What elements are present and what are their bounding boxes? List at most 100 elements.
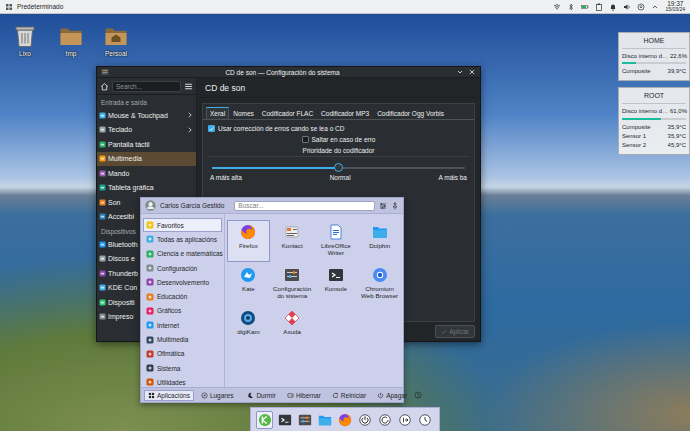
- konsole-icon: [278, 413, 292, 427]
- category-item[interactable]: Sistema: [143, 361, 222, 375]
- category-item[interactable]: Desenvolvemento: [143, 275, 222, 289]
- sidebar-item-label: Mando: [108, 170, 185, 177]
- checkbox[interactable]: [302, 136, 309, 143]
- category-icon: [146, 235, 154, 243]
- taskbar-item[interactable]: [256, 411, 273, 429]
- clock[interactable]: 19:3715/03/24: [666, 1, 685, 13]
- taskbar-item[interactable]: [397, 411, 414, 429]
- user-name: Carlos García Gestido: [160, 202, 224, 209]
- sidebar-item-label: Mouse & Touchpad: [108, 112, 185, 119]
- power-button[interactable]: Hibernar: [283, 390, 325, 401]
- category-item[interactable]: Todas as aplicacións: [143, 232, 222, 246]
- tab[interactable]: Xeral: [206, 107, 229, 119]
- shutdown-icon: [377, 392, 384, 399]
- slider-handle[interactable]: [334, 163, 343, 172]
- apply-button[interactable]: Aplicar: [435, 325, 475, 338]
- power-button[interactable]: Durmir: [243, 390, 280, 401]
- taskbar-item[interactable]: [296, 411, 313, 429]
- checkbox-row[interactable]: Usar corrección de erros cando se lea o …: [208, 125, 469, 132]
- category-item[interactable]: Educación: [143, 289, 222, 303]
- chromium-icon: [372, 267, 388, 283]
- category-item[interactable]: Multimedia: [143, 332, 222, 346]
- app-tile[interactable]: Dolphin: [358, 220, 401, 262]
- launcher-tab-label: Lugares: [210, 392, 234, 399]
- widget-row-value: 35,9°C: [668, 124, 686, 131]
- minimize-icon: [456, 68, 464, 76]
- category-item[interactable]: Gráficos: [143, 304, 222, 318]
- notifications-icon: [609, 3, 617, 11]
- app-tile[interactable]: Firefox: [227, 220, 270, 262]
- sidebar-item[interactable]: Tableta gráfica: [97, 181, 196, 196]
- taskbar-item[interactable]: [357, 411, 374, 429]
- category-icon: [146, 278, 154, 286]
- launcher-footer: Aplicacións Lugares Durmir Hibernar Reinicia…: [141, 387, 403, 402]
- widget-row-value: 35,9°C: [668, 133, 686, 140]
- widget-row: Disco interno d…61,0%: [622, 107, 686, 119]
- tab[interactable]: Nomes: [229, 107, 258, 119]
- widget-row: Disco interno d…22,6%: [622, 52, 686, 64]
- encoder-priority-slider[interactable]: [212, 163, 465, 172]
- taskbar-item[interactable]: [377, 411, 394, 429]
- tab[interactable]: Codificador FLAC: [258, 107, 317, 119]
- screen: Predeterminado 19:3715/03/24 Lixo tmp Persoa…: [0, 0, 690, 431]
- app-tile[interactable]: digiKam: [227, 306, 270, 348]
- app-label: Firefox: [239, 242, 258, 249]
- launcher-tab[interactable]: Aplicacións: [144, 390, 194, 401]
- desktop-icon[interactable]: Lixo: [6, 24, 44, 57]
- sidebar-item[interactable]: Pantalla táctil: [97, 137, 196, 152]
- desktop-icon[interactable]: tmp: [52, 24, 90, 57]
- widget-row: Sensor 135,9°C: [622, 132, 686, 141]
- taskbar-item[interactable]: [417, 411, 434, 429]
- app-tile[interactable]: Configuración do sistema: [271, 263, 314, 305]
- app-tile[interactable]: Axuda: [271, 306, 314, 348]
- trash-icon: [13, 24, 37, 48]
- taskbar-item[interactable]: [316, 411, 333, 429]
- category-label: Todas as aplicacións: [157, 236, 217, 243]
- tab[interactable]: Codificador Ogg Vorbis: [373, 107, 448, 119]
- firefox-icon: [338, 413, 352, 427]
- launcher-tab[interactable]: Lugares: [197, 390, 238, 401]
- category-item[interactable]: Favoritos: [143, 218, 222, 232]
- top-panel: Predeterminado 19:3715/03/24: [0, 0, 690, 14]
- widget-row: Composite35,9°C: [622, 123, 686, 132]
- application-launcher: Carlos García Gestido Favoritos Todas as a…: [140, 197, 404, 403]
- checkbox[interactable]: [208, 125, 215, 132]
- widget-row-label: Sensor 2: [622, 142, 646, 149]
- taskbar-item[interactable]: [336, 411, 353, 429]
- category-item[interactable]: Internet: [143, 318, 222, 332]
- category-icon: [99, 213, 106, 220]
- app-tile[interactable]: Kate: [227, 263, 270, 305]
- desktop-icon-label: Persoal: [105, 50, 127, 57]
- sidebar-item[interactable]: Multimedia: [97, 152, 196, 167]
- checkbox-row[interactable]: Saltar en caso de erro: [208, 136, 469, 143]
- taskbar-item[interactable]: [276, 411, 293, 429]
- launcher-search-field[interactable]: [234, 201, 375, 211]
- usage-meter: [622, 118, 686, 120]
- sidebar-search-row: [97, 78, 196, 95]
- tab[interactable]: Codificador MP3: [317, 107, 373, 119]
- activity-name[interactable]: Predeterminado: [17, 3, 63, 10]
- page-title: CD de son: [197, 78, 480, 98]
- app-tile[interactable]: Chromium Web Browser: [358, 263, 401, 305]
- sidebar-item[interactable]: Teclado: [97, 123, 196, 138]
- category-list: Favoritos Todas as aplicacións Ciencia e m…: [141, 214, 225, 387]
- power-label: Hibernar: [296, 392, 321, 399]
- sidebar-item[interactable]: Mouse & Touchpad: [97, 108, 196, 123]
- category-label: Gráficos: [157, 307, 181, 314]
- sidebar-item[interactable]: Mando: [97, 166, 196, 181]
- category-item[interactable]: Ofimática: [143, 347, 222, 361]
- category-label: Educación: [157, 293, 187, 300]
- category-item[interactable]: Ciencia e matemáticas: [143, 247, 222, 261]
- power-button[interactable]: Reiniciar: [328, 390, 370, 401]
- app-tile[interactable]: Kontact: [271, 220, 314, 262]
- category-item[interactable]: Configuración: [143, 261, 222, 275]
- desktop-icon[interactable]: Persoal: [97, 24, 135, 57]
- pin-icon: [391, 202, 399, 210]
- app-tile[interactable]: Konsole: [315, 263, 358, 305]
- power-label: Durmir: [256, 392, 276, 399]
- app-tile[interactable]: LibreOffice Writer: [315, 220, 358, 262]
- sidebar-search-field[interactable]: [112, 81, 181, 92]
- power-button[interactable]: Apagar: [373, 390, 411, 401]
- checkbox-label: Usar corrección de erros cando se lea o …: [218, 125, 344, 132]
- desktop-icon-label: tmp: [66, 50, 77, 57]
